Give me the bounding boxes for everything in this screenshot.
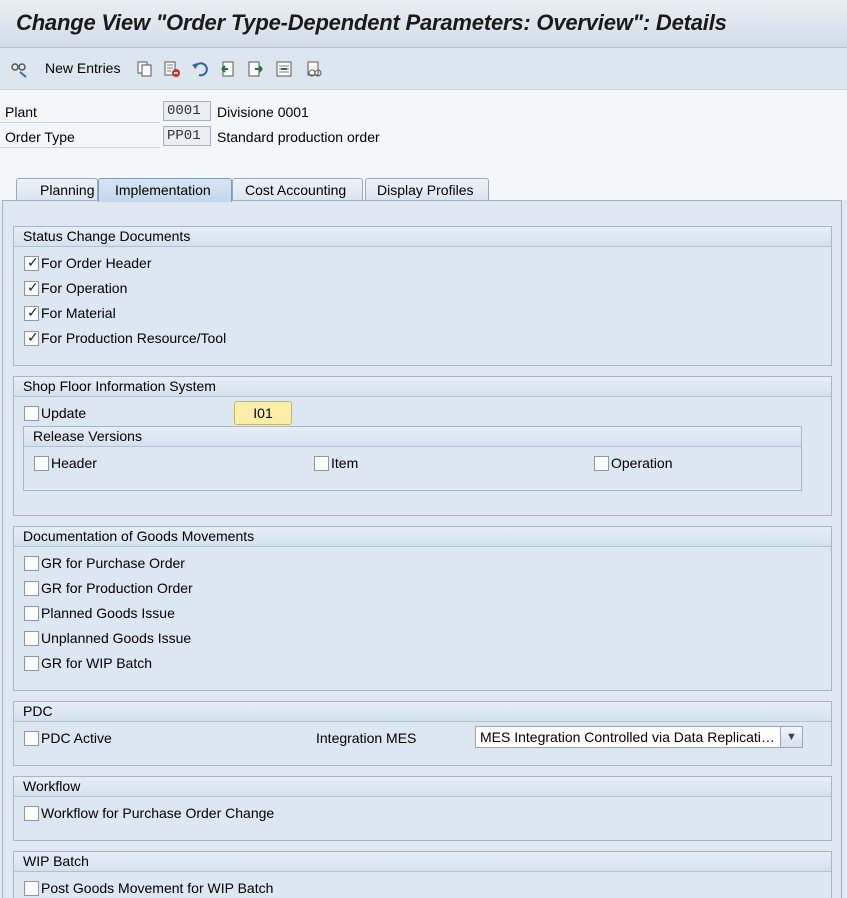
checkbox-gr-wip-batch[interactable]: GR for WIP Batch bbox=[24, 655, 152, 671]
checkbox[interactable] bbox=[24, 555, 39, 571]
checkbox[interactable] bbox=[24, 630, 39, 646]
checkbox-label: PDC Active bbox=[41, 730, 112, 746]
status-change-group: Status Change Documents ✓ For Order Head… bbox=[13, 226, 832, 366]
group-title: PDC bbox=[14, 702, 831, 722]
application-toolbar: New Entries bbox=[0, 48, 847, 90]
integration-mes-label: Integration MES bbox=[316, 730, 417, 746]
integration-mes-dropdown[interactable]: MES Integration Controlled via Data Repl… bbox=[475, 726, 803, 748]
plant-description: Divisione 0001 bbox=[217, 104, 309, 120]
checkbox[interactable]: ✓ bbox=[24, 329, 39, 346]
checkbox-label: Post Goods Movement for WIP Batch bbox=[41, 880, 274, 896]
checkbox-label: GR for Production Order bbox=[41, 580, 193, 596]
checkbox-label: For Operation bbox=[41, 280, 128, 296]
checkbox-label: Workflow for Purchase Order Change bbox=[41, 805, 275, 821]
tab-display-profiles[interactable]: Display Profiles bbox=[365, 178, 489, 202]
shop-floor-group: Shop Floor Information System Update I01… bbox=[13, 376, 832, 516]
checkbox[interactable]: ✓ bbox=[24, 254, 39, 271]
checkbox-label: Operation bbox=[611, 455, 673, 471]
checkbox-label: Planned Goods Issue bbox=[41, 605, 175, 621]
group-title: Workflow bbox=[14, 777, 831, 797]
tab-implementation[interactable]: Implementation bbox=[98, 178, 232, 202]
checkbox-for-material[interactable]: ✓ For Material bbox=[24, 304, 116, 321]
tab-content: Status Change Documents ✓ For Order Head… bbox=[2, 200, 842, 898]
tab-planning[interactable]: Planning bbox=[16, 178, 98, 202]
display-change-icon[interactable] bbox=[10, 58, 28, 80]
checkbox-label: Item bbox=[331, 455, 359, 471]
checkbox[interactable]: ✓ bbox=[24, 304, 39, 321]
checkbox-item[interactable]: Item bbox=[314, 455, 358, 471]
checkbox-post-goods-wip[interactable]: Post Goods Movement for WIP Batch bbox=[24, 880, 273, 896]
checkbox-unplanned-goods-issue[interactable]: Unplanned Goods Issue bbox=[24, 630, 191, 646]
next-entry-icon[interactable] bbox=[247, 58, 265, 80]
order-type-label: Order Type bbox=[5, 129, 75, 145]
dropdown-value: MES Integration Controlled via Data Repl… bbox=[480, 729, 780, 745]
checkbox-workflow-po-change[interactable]: Workflow for Purchase Order Change bbox=[24, 805, 274, 821]
checkbox[interactable] bbox=[314, 455, 329, 471]
tab-strip: Planning Implementation Cost Accounting … bbox=[0, 175, 847, 202]
checkbox-for-operation[interactable]: ✓ For Operation bbox=[24, 279, 128, 296]
subgroup-title: Release Versions bbox=[24, 427, 801, 447]
info-structure-button[interactable]: I01 bbox=[234, 401, 292, 425]
checkbox-pdc-active[interactable]: PDC Active bbox=[24, 730, 112, 746]
group-title: WIP Batch bbox=[14, 852, 831, 872]
checkbox-for-prt[interactable]: ✓ For Production Resource/Tool bbox=[24, 329, 227, 346]
workflow-group: Workflow Workflow for Purchase Order Cha… bbox=[13, 776, 832, 841]
checkbox-label: Update bbox=[41, 405, 87, 421]
checkbox-label: Header bbox=[51, 455, 97, 471]
checkbox[interactable] bbox=[24, 605, 39, 621]
delete-icon[interactable] bbox=[163, 58, 181, 80]
plant-label: Plant bbox=[5, 104, 37, 120]
order-type-description: Standard production order bbox=[217, 129, 380, 145]
chevron-down-icon[interactable]: ▼ bbox=[780, 727, 802, 747]
checkbox[interactable] bbox=[24, 405, 39, 421]
group-title: Shop Floor Information System bbox=[14, 377, 831, 397]
checkbox-gr-purchase-order[interactable]: GR for Purchase Order bbox=[24, 555, 185, 571]
new-entries-button[interactable]: New Entries bbox=[45, 60, 120, 76]
divider bbox=[0, 147, 160, 148]
checkbox[interactable] bbox=[24, 880, 39, 896]
checkbox-gr-production-order[interactable]: GR for Production Order bbox=[24, 580, 193, 596]
select-block-icon[interactable] bbox=[275, 58, 293, 80]
checkbox-planned-goods-issue[interactable]: Planned Goods Issue bbox=[24, 605, 175, 621]
checkbox-for-order-header[interactable]: ✓ For Order Header bbox=[24, 254, 152, 271]
checkbox-update[interactable]: Update bbox=[24, 405, 86, 421]
copy-icon[interactable] bbox=[136, 58, 154, 80]
checkbox-label: For Production Resource/Tool bbox=[41, 330, 227, 346]
checkbox-label: Unplanned Goods Issue bbox=[41, 630, 192, 646]
page-title: Change View "Order Type-Dependent Parame… bbox=[16, 10, 727, 35]
title-bar: Change View "Order Type-Dependent Parame… bbox=[0, 0, 847, 48]
wip-batch-group: WIP Batch Post Goods Movement for WIP Ba… bbox=[13, 851, 832, 898]
other-entry-icon[interactable] bbox=[305, 58, 323, 80]
group-title: Status Change Documents bbox=[14, 227, 831, 247]
checkbox-label: For Material bbox=[41, 305, 116, 321]
checkbox-label: GR for Purchase Order bbox=[41, 555, 185, 571]
checkbox[interactable] bbox=[24, 655, 39, 671]
checkbox-header[interactable]: Header bbox=[34, 455, 97, 471]
release-versions-group: Release Versions Header Item Operation bbox=[23, 426, 802, 491]
header-area: Plant 0001 Divisione 0001 Order Type PP0… bbox=[0, 90, 847, 175]
checkbox[interactable] bbox=[24, 805, 39, 821]
group-title: Documentation of Goods Movements bbox=[14, 527, 831, 547]
checkbox[interactable] bbox=[594, 455, 609, 471]
checkbox-label: For Order Header bbox=[41, 255, 152, 271]
tab-cost-accounting[interactable]: Cost Accounting bbox=[232, 178, 363, 202]
checkbox-label: GR for WIP Batch bbox=[41, 655, 152, 671]
checkbox-operation[interactable]: Operation bbox=[594, 455, 672, 471]
pdc-group: PDC PDC Active Integration MES MES Integ… bbox=[13, 701, 832, 766]
undo-icon[interactable] bbox=[191, 58, 209, 80]
previous-entry-icon[interactable] bbox=[219, 58, 237, 80]
divider bbox=[0, 122, 160, 123]
goods-movements-group: Documentation of Goods Movements GR for … bbox=[13, 526, 832, 691]
checkbox[interactable] bbox=[24, 730, 39, 746]
checkbox[interactable] bbox=[24, 580, 39, 596]
checkbox[interactable]: ✓ bbox=[24, 279, 39, 296]
checkbox[interactable] bbox=[34, 455, 49, 471]
order-type-field[interactable]: PP01 bbox=[163, 126, 211, 146]
plant-field[interactable]: 0001 bbox=[163, 101, 211, 121]
